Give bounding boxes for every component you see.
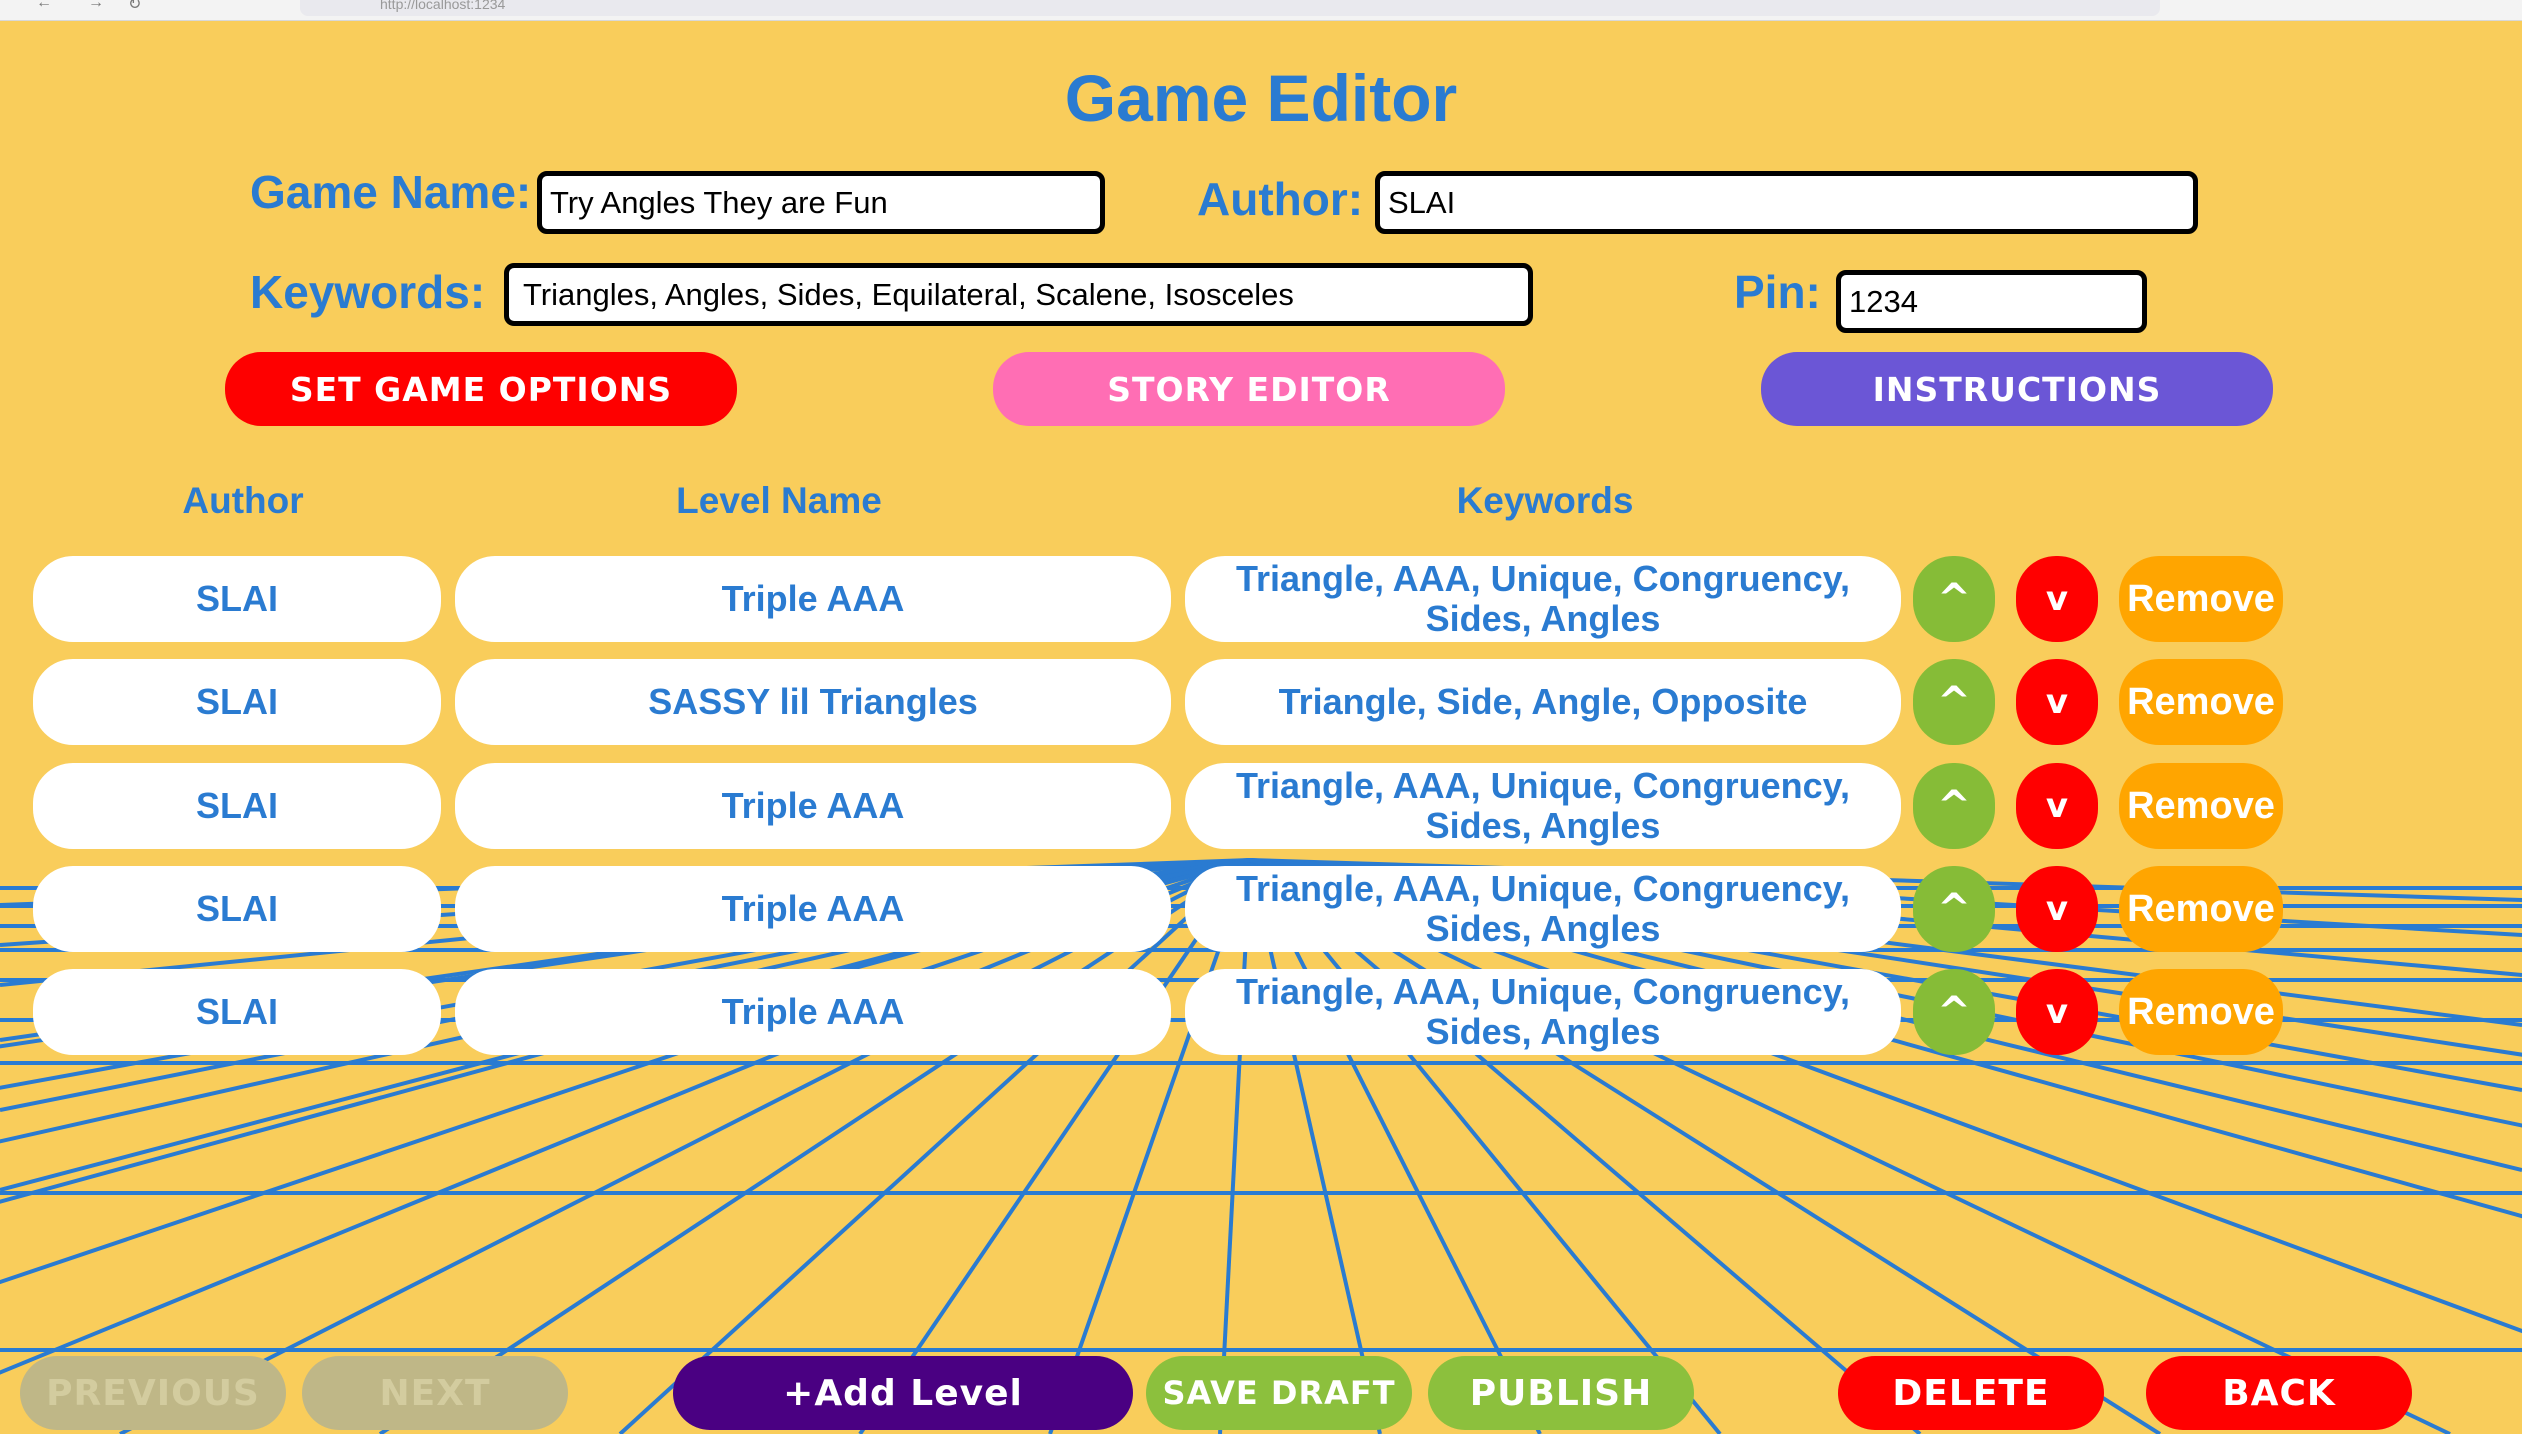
author-label: Author: (1197, 173, 1364, 225)
move-level-down-button[interactable]: v (2016, 763, 2098, 849)
author-input[interactable] (1375, 171, 2198, 234)
keywords-input[interactable] (504, 263, 1533, 326)
move-level-down-button[interactable]: v (2016, 556, 2098, 642)
level-name-cell: Triple AAA (455, 969, 1171, 1055)
instructions-button[interactable]: INSTRUCTIONS (1761, 352, 2273, 426)
level-name-cell: Triple AAA (455, 556, 1171, 642)
column-header-author: Author (182, 480, 304, 521)
level-author-cell: SLAI (33, 866, 441, 952)
level-keywords-cell: Triangle, Side, Angle, Opposite (1185, 659, 1901, 745)
level-keywords-cell: Triangle, AAA, Unique, Congruency, Sides… (1185, 763, 1901, 849)
move-level-up-button[interactable]: ^ (1913, 659, 1995, 745)
move-level-up-button[interactable]: ^ (1913, 866, 1995, 952)
delete-button[interactable]: DELETE (1838, 1356, 2104, 1430)
level-keywords-cell: Triangle, AAA, Unique, Congruency, Sides… (1185, 969, 1901, 1055)
remove-level-button[interactable]: Remove (2119, 763, 2283, 849)
address-bar-url: http://localhost:1234 (380, 0, 506, 12)
save-draft-button[interactable]: SAVE DRAFT (1146, 1356, 1412, 1430)
address-bar[interactable] (300, 0, 2160, 16)
back-arrow-icon[interactable]: ← (36, 0, 52, 12)
game-name-label: Game Name: (250, 166, 532, 218)
level-name-cell: Triple AAA (455, 763, 1171, 849)
move-level-up-button[interactable]: ^ (1913, 969, 1995, 1055)
reload-icon[interactable]: ↻ (128, 0, 141, 14)
previous-button[interactable]: PREVIOUS (20, 1356, 286, 1430)
level-name-cell: Triple AAA (455, 866, 1171, 952)
level-keywords-cell: Triangle, AAA, Unique, Congruency, Sides… (1185, 556, 1901, 642)
level-author-cell: SLAI (33, 969, 441, 1055)
remove-level-button[interactable]: Remove (2119, 969, 2283, 1055)
move-level-up-button[interactable]: ^ (1913, 763, 1995, 849)
level-author-cell: SLAI (33, 659, 441, 745)
page-title: Game Editor (1064, 61, 1458, 135)
next-button[interactable]: NEXT (302, 1356, 568, 1430)
pin-label: Pin: (1734, 266, 1821, 318)
keywords-label: Keywords: (250, 266, 486, 318)
move-level-down-button[interactable]: v (2016, 969, 2098, 1055)
forward-arrow-icon[interactable]: → (88, 0, 104, 12)
column-header-level-name: Level Name (676, 480, 882, 521)
story-editor-button[interactable]: STORY EDITOR (993, 352, 1505, 426)
level-author-cell: SLAI (33, 763, 441, 849)
column-header-keywords: Keywords (1456, 480, 1634, 521)
add-level-button[interactable]: +Add Level (673, 1356, 1133, 1430)
level-name-cell: SASSY lil Triangles (455, 659, 1171, 745)
move-level-up-button[interactable]: ^ (1913, 556, 1995, 642)
level-keywords-cell: Triangle, AAA, Unique, Congruency, Sides… (1185, 866, 1901, 952)
move-level-down-button[interactable]: v (2016, 659, 2098, 745)
browser-toolbar: ← → ↻ http://localhost:1234 (0, 0, 2522, 21)
remove-level-button[interactable]: Remove (2119, 866, 2283, 952)
move-level-down-button[interactable]: v (2016, 866, 2098, 952)
level-author-cell: SLAI (33, 556, 441, 642)
back-button[interactable]: BACK (2146, 1356, 2412, 1430)
set-game-options-button[interactable]: SET GAME OPTIONS (225, 352, 737, 426)
game-name-input[interactable] (537, 171, 1105, 234)
pin-input[interactable] (1836, 270, 2147, 333)
remove-level-button[interactable]: Remove (2119, 556, 2283, 642)
remove-level-button[interactable]: Remove (2119, 659, 2283, 745)
publish-button[interactable]: PUBLISH (1428, 1356, 1694, 1430)
